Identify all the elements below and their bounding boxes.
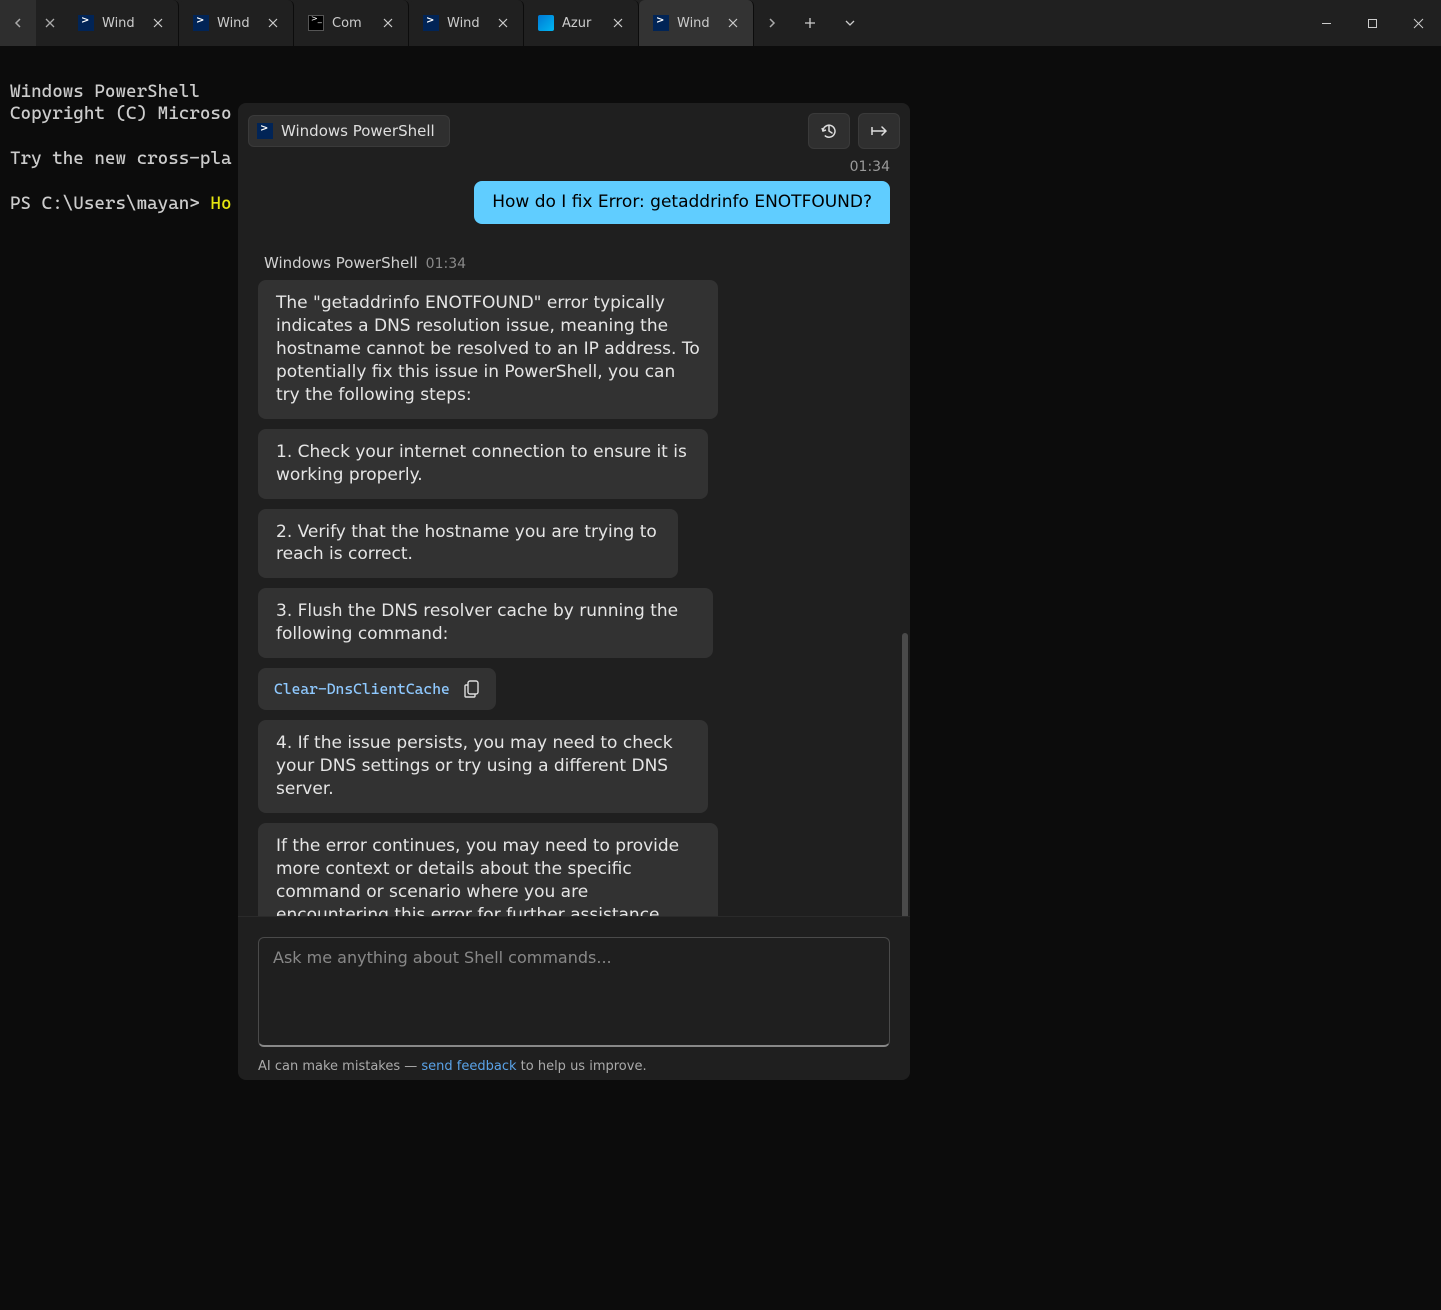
- tab-2[interactable]: Com: [294, 0, 409, 46]
- user-msg-timestamp: 01:34: [258, 159, 890, 175]
- azure-icon: [538, 15, 554, 31]
- history-button[interactable]: [808, 113, 850, 149]
- tab-4[interactable]: Azur: [524, 0, 639, 46]
- assistant-block-step3: 3. Flush the DNS resolver cache by runni…: [258, 588, 713, 658]
- tab-scroll-left-button[interactable]: [0, 0, 36, 46]
- tabs-container: Wind Wind Com Wind Azur Wind: [64, 0, 754, 46]
- cmd-icon: [308, 15, 324, 31]
- assistant-timestamp: 01:34: [426, 256, 466, 272]
- window-controls: [1303, 0, 1441, 46]
- terminal-line: Windows PowerShell: [10, 81, 200, 102]
- tab-close-button[interactable]: [378, 13, 398, 33]
- minimize-button[interactable]: [1303, 0, 1349, 46]
- tab-close-button[interactable]: [263, 13, 283, 33]
- user-message: How do I fix Error: getaddrinfo ENOTFOUN…: [474, 181, 890, 224]
- tab-close-button[interactable]: [493, 13, 513, 33]
- close-window-button[interactable]: [1395, 0, 1441, 46]
- tab-scroll-right-button[interactable]: [754, 0, 790, 46]
- maximize-button[interactable]: [1349, 0, 1395, 46]
- tab-title: Wind: [102, 16, 140, 31]
- tab-title: Wind: [677, 16, 715, 31]
- new-tab-button[interactable]: [790, 0, 830, 46]
- copy-icon: [464, 680, 480, 698]
- ps-icon: [193, 15, 209, 31]
- powershell-icon: [257, 123, 273, 139]
- tab-0[interactable]: Wind: [64, 0, 179, 46]
- tab-title: Wind: [447, 16, 485, 31]
- assistant-block-intro: The "getaddrinfo ENOTFOUND" error typica…: [258, 280, 718, 419]
- assistant-block-step1: 1. Check your internet connection to ens…: [258, 429, 708, 499]
- tab-close-button[interactable]: [723, 13, 743, 33]
- assistant-message-stack: The "getaddrinfo ENOTFOUND" error typica…: [258, 280, 890, 916]
- terminal-line: Try the new cross-pla: [10, 148, 231, 169]
- assistant-header: Windows PowerShell 01:34: [264, 254, 890, 272]
- expand-button[interactable]: [858, 113, 900, 149]
- tab-close-left-button[interactable]: [36, 0, 64, 46]
- assistant-name: Windows PowerShell: [264, 254, 418, 272]
- chat-context-label: Windows PowerShell: [281, 122, 435, 140]
- main-area: Windows PowerShell Copyright (C) Microso…: [0, 46, 1441, 1310]
- tab-title: Com: [332, 16, 370, 31]
- tab-title: Azur: [562, 16, 600, 31]
- send-feedback-link[interactable]: send feedback: [421, 1059, 516, 1074]
- ps-icon: [78, 15, 94, 31]
- new-tab-dropdown-button[interactable]: [830, 0, 870, 46]
- terminal-output[interactable]: Windows PowerShell Copyright (C) Microso…: [10, 58, 231, 216]
- assistant-block-step4: 4. If the issue persists, you may need t…: [258, 720, 708, 813]
- chat-header: Windows PowerShell: [238, 103, 910, 155]
- history-icon: [820, 122, 838, 140]
- chat-body[interactable]: 01:34 How do I fix Error: getaddrinfo EN…: [238, 155, 910, 916]
- terminal-prompt: PS C:\Users\mayan>: [10, 193, 210, 214]
- ai-disclaimer: AI can make mistakes — send feedback to …: [258, 1059, 890, 1074]
- tab-5[interactable]: Wind: [639, 0, 754, 46]
- copy-code-button[interactable]: [464, 680, 480, 698]
- chat-input-area: AI can make mistakes — send feedback to …: [238, 916, 910, 1080]
- chat-panel: Windows PowerShell 01:34 How do I f: [238, 103, 910, 1080]
- assistant-block-step2: 2. Verify that the hostname you are tryi…: [258, 509, 678, 579]
- terminal-line: Copyright (C) Microso: [10, 103, 231, 124]
- chat-context-chip[interactable]: Windows PowerShell: [248, 115, 450, 147]
- terminal-typed-command: Ho: [210, 193, 231, 214]
- assistant-block-outro: If the error continues, you may need to …: [258, 823, 718, 916]
- tab-3[interactable]: Wind: [409, 0, 524, 46]
- tab-title: Wind: [217, 16, 255, 31]
- expand-icon: [870, 125, 888, 137]
- ps-icon: [423, 15, 439, 31]
- code-text: Clear-DnsClientCache: [274, 680, 450, 698]
- chat-scrollbar-thumb[interactable]: [902, 633, 908, 916]
- title-bar: Wind Wind Com Wind Azur Wind: [0, 0, 1441, 46]
- tab-1[interactable]: Wind: [179, 0, 294, 46]
- tab-close-button[interactable]: [608, 13, 628, 33]
- ps-icon: [653, 15, 669, 31]
- tab-close-button[interactable]: [148, 13, 168, 33]
- code-block: Clear-DnsClientCache: [258, 668, 496, 710]
- chat-input[interactable]: [258, 937, 890, 1047]
